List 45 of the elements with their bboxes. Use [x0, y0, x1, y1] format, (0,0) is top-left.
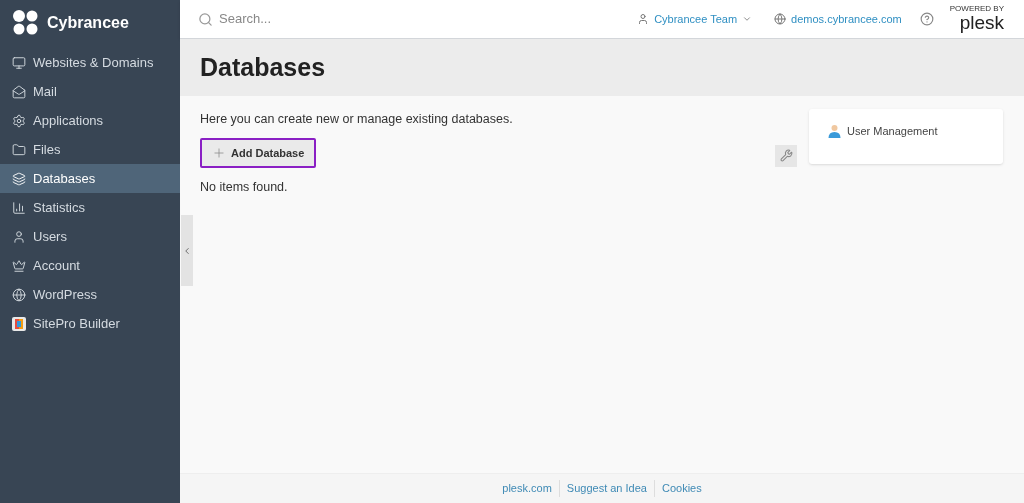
chevron-left-icon [182, 245, 192, 256]
account-menu[interactable]: Cybrancee Team [637, 10, 753, 28]
sidebar-item[interactable]: Websites & Domains [0, 48, 180, 77]
search-icon [198, 11, 213, 27]
layers-icon [12, 171, 26, 186]
sidebar-item[interactable]: Mail [0, 77, 180, 106]
sidebar-item[interactable]: SitePro Builder [0, 309, 180, 338]
search-field[interactable]: Search... [219, 9, 438, 29]
globe-icon [774, 13, 787, 25]
gear-icon [12, 113, 26, 128]
sidebar-item[interactable]: Account [0, 251, 180, 280]
user-icon [12, 229, 26, 244]
sidebar-item[interactable]: Databases [0, 164, 180, 193]
bar-chart-icon [12, 200, 26, 215]
caret-icon [742, 14, 753, 24]
sidebar-item[interactable]: Files [0, 135, 180, 164]
powered-by-label: POWERED BY [949, 5, 1004, 13]
monitor-icon [12, 55, 26, 70]
footer-link[interactable]: Cookies [653, 480, 709, 497]
wrench-icon [779, 149, 793, 163]
sidebar-item[interactable]: WordPress [0, 280, 180, 309]
empty-message: No items found. [200, 178, 289, 196]
folder-icon [12, 142, 26, 157]
domain-link[interactable]: demos.cybrancee.com [774, 10, 902, 28]
user-management-link[interactable]: User Management [828, 123, 1003, 140]
colorful-square-icon [12, 316, 26, 331]
page-description: Here you can create new or manage existing databases. [200, 111, 514, 128]
sidebar-item[interactable]: Users [0, 222, 180, 251]
sidebar-item[interactable]: Statistics [0, 193, 180, 222]
plus-icon [212, 145, 226, 160]
brand-name: Cybrancee [47, 13, 129, 33]
footer-link[interactable]: plesk.com [495, 480, 559, 497]
sidebar-collapse-handle[interactable] [181, 215, 193, 286]
four-dots-logo-icon [13, 10, 39, 36]
help-icon[interactable] [919, 12, 934, 26]
add-database-button[interactable]: Add Database [200, 137, 317, 168]
plesk-logo: plesk [959, 13, 1004, 33]
user-icon [637, 13, 650, 25]
sidebar-item[interactable]: Applications [0, 106, 180, 135]
person-icon [828, 124, 841, 139]
envelope-icon [12, 84, 26, 99]
crown-icon [12, 258, 26, 273]
wrench-button[interactable] [775, 144, 797, 167]
page-title: Databases [200, 51, 326, 83]
footer-link[interactable]: Suggest an Idea [558, 480, 654, 497]
